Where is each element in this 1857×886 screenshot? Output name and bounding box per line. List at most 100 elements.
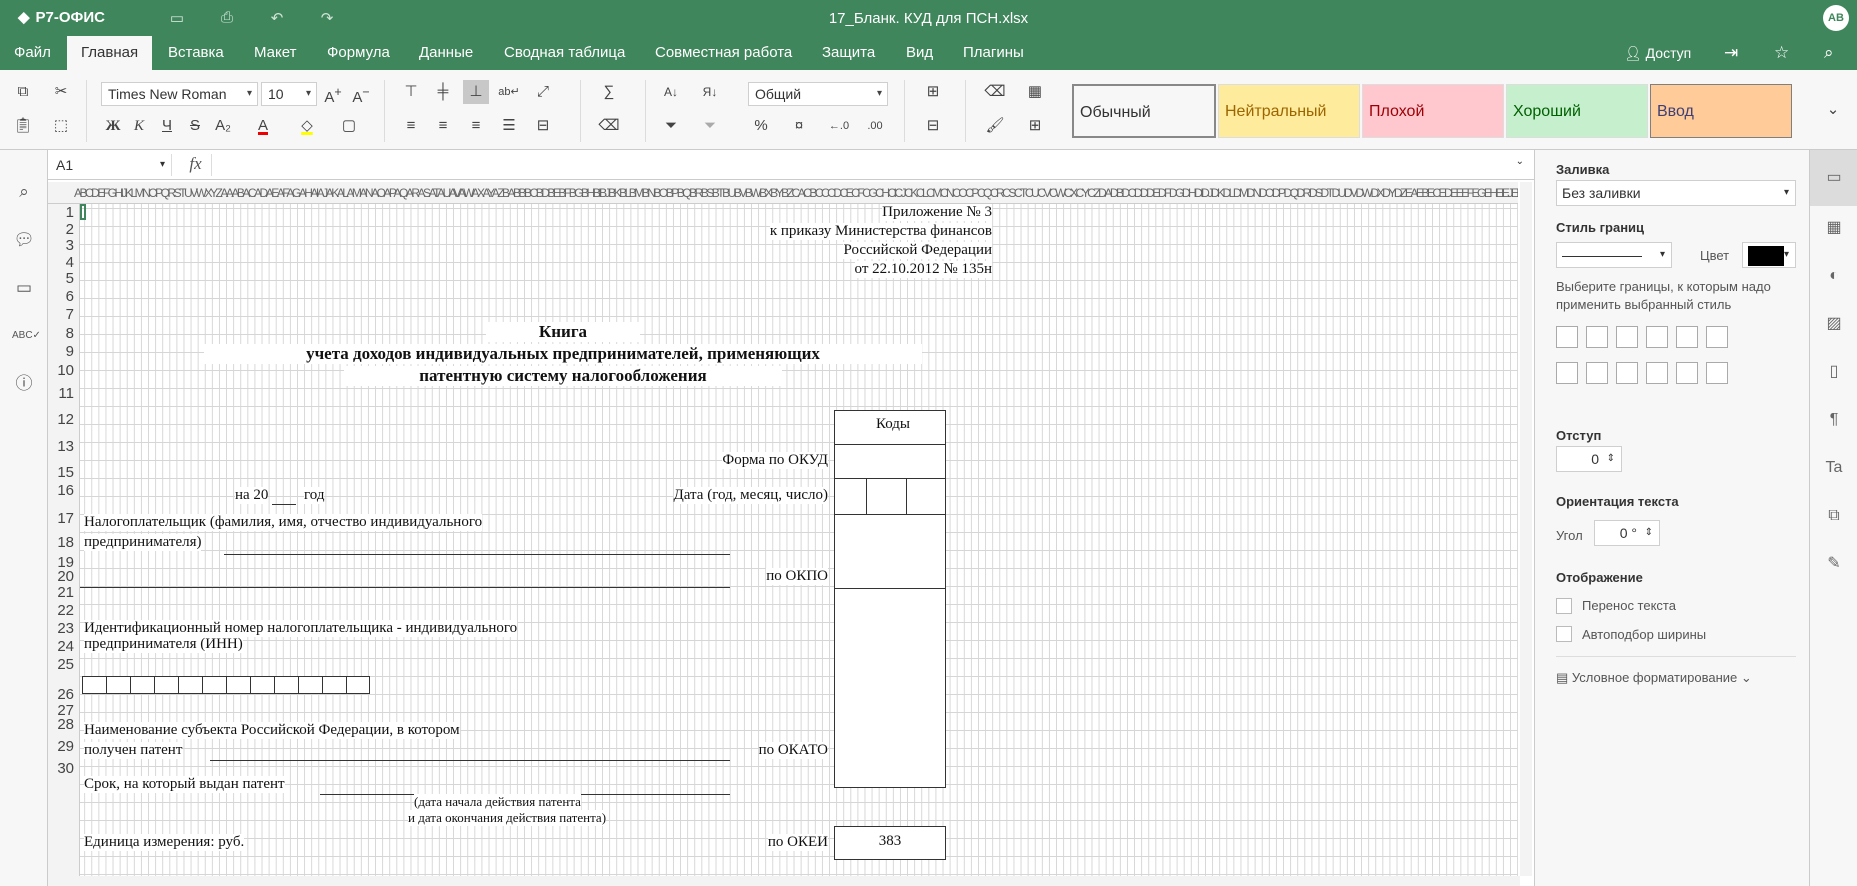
left-border-icon[interactable] (1556, 362, 1578, 384)
row-headers[interactable]: 1 2 3 4 5 6 7 8 9 10 11 12 13 15 16 17 18 19 20 21 22 23 24 25 2… (48, 204, 80, 876)
right-border-icon[interactable] (1616, 362, 1638, 384)
select-all-icon[interactable]: ⬚ (48, 114, 74, 138)
align-right-icon[interactable]: ≡ (463, 114, 489, 138)
align-top-icon[interactable]: ⊤ (398, 80, 424, 104)
row-number[interactable]: 17 (48, 510, 80, 527)
spreadsheet-grid[interactable]: ABCDEFGHIJKLMNOPQRSTUVWXYZAAABACADAEAFAG… (48, 182, 1518, 876)
insert-cells-icon[interactable]: ⊞ (920, 80, 946, 104)
align-middle-icon[interactable]: ╪ (430, 80, 456, 104)
underline-button[interactable]: Ч (154, 114, 180, 138)
expand-formula-icon[interactable]: ⌄ (1516, 156, 1524, 167)
row-number[interactable]: 28 (48, 716, 80, 733)
row-number[interactable]: 3 (48, 237, 80, 254)
format-as-table-icon[interactable]: ⊞ (1022, 114, 1048, 138)
bold-button[interactable]: Ж (100, 114, 126, 138)
align-bottom-icon[interactable]: ⊥ (463, 80, 489, 104)
row-number[interactable]: 22 (48, 602, 80, 619)
clear-icon[interactable]: ⌫ (596, 114, 622, 138)
row-number[interactable]: 2 (48, 221, 80, 238)
wrap-icon[interactable]: ab↵ (496, 80, 522, 104)
style-neutral[interactable]: Нейтральный (1218, 84, 1360, 138)
justify-icon[interactable]: ☰ (496, 114, 522, 138)
inner-borders-icon[interactable] (1586, 326, 1608, 348)
paste-icon[interactable]: 📋︎ (10, 114, 36, 138)
fill-select[interactable]: Без заливки ▾ (1556, 180, 1796, 206)
shape-settings-icon[interactable]: ◐ (1822, 264, 1846, 288)
row-number[interactable]: 21 (48, 584, 80, 601)
tab-home[interactable]: Главная (67, 36, 153, 70)
style-bad[interactable]: Плохой (1362, 84, 1504, 138)
align-left-icon[interactable]: ≡ (398, 114, 424, 138)
text-art-icon[interactable]: Ta (1822, 456, 1846, 480)
row-number[interactable]: 30 (48, 760, 80, 777)
info-icon[interactable]: ⓘ (12, 372, 36, 396)
row-number[interactable]: 4 (48, 254, 80, 271)
increase-font-icon[interactable]: A+ (320, 80, 346, 106)
name-box[interactable]: A1 ▾ (51, 154, 172, 176)
eraser-icon[interactable]: ⌫ (982, 80, 1008, 104)
open-location-icon[interactable]: ⇥ (1724, 36, 1738, 70)
chart-settings-icon[interactable]: ▯ (1822, 360, 1846, 384)
tab-layout[interactable]: Макет (240, 36, 310, 70)
sort-desc-icon[interactable]: Я↓ (697, 80, 723, 104)
align-center-icon[interactable]: ≡ (430, 114, 456, 138)
diagonal-down-icon[interactable] (1706, 326, 1728, 348)
tab-pivot[interactable]: Сводная таблица (490, 36, 639, 70)
styles-expand-icon[interactable]: ⌄ (1820, 98, 1846, 122)
autofit-checkbox[interactable] (1556, 626, 1572, 642)
row-number[interactable]: 12 (48, 411, 80, 428)
inner-cross-icon[interactable] (1616, 326, 1638, 348)
tab-protection[interactable]: Защита (808, 36, 889, 70)
font-name-select[interactable]: Times New Roman ▾ (101, 82, 258, 106)
tab-data[interactable]: Данные (405, 36, 487, 70)
tab-file[interactable]: Файл (0, 36, 65, 70)
inn-boxes[interactable] (82, 676, 370, 694)
fill-color-icon[interactable]: ◇ (294, 114, 320, 138)
border-style-select[interactable]: ▾ (1556, 242, 1672, 268)
inner-horizontal-icon[interactable] (1676, 362, 1698, 384)
row-number[interactable]: 18 (48, 534, 80, 551)
formula-input[interactable] (218, 154, 1518, 176)
signature-icon[interactable]: ✎ (1822, 552, 1846, 576)
table-settings-icon[interactable]: ▦ (1822, 216, 1846, 240)
tab-collaboration[interactable]: Совместная работа (641, 36, 806, 70)
row-number[interactable]: 16 (48, 482, 80, 499)
outer-border-icon[interactable] (1646, 326, 1668, 348)
tab-view[interactable]: Вид (892, 36, 947, 70)
border-color-picker[interactable]: ▾ (1742, 242, 1796, 268)
increase-decimal-icon[interactable]: .00 (862, 114, 888, 138)
sort-asc-icon[interactable]: A↓ (658, 80, 684, 104)
merge-icon[interactable]: ⊟ (530, 114, 556, 138)
font-size-select[interactable]: 10 ▾ (261, 82, 317, 106)
style-normal[interactable]: Обычный (1072, 84, 1216, 138)
row-number[interactable]: 23 (48, 620, 80, 637)
column-headers[interactable]: ABCDEFGHIJKLMNOPQRSTUVWXYZAAABACADAEAFAG… (48, 182, 1518, 204)
row-number[interactable]: 9 (48, 343, 80, 360)
row-number[interactable]: 25 (48, 656, 80, 673)
row-number[interactable]: 20 (48, 568, 80, 585)
spinner-icon[interactable]: ⇕ (1607, 447, 1615, 471)
spinner-icon[interactable]: ⇕ (1645, 521, 1653, 545)
italic-button[interactable]: К (126, 114, 152, 138)
indent-input[interactable]: 0 ⇕ (1556, 446, 1622, 472)
decrease-decimal-icon[interactable]: ←.0 (826, 114, 852, 138)
access-button[interactable]: 👤︎ Доступ (1624, 36, 1691, 70)
conditional-format-button[interactable]: ▤ Условное форматирование ⌄ (1556, 670, 1752, 686)
inner-vertical-icon[interactable] (1586, 362, 1608, 384)
function-icon[interactable]: fx (180, 154, 212, 176)
style-good[interactable]: Хороший (1506, 84, 1648, 138)
search-icon[interactable]: ⌕ (12, 180, 36, 204)
row-number[interactable]: 24 (48, 638, 80, 655)
conditional-format-icon[interactable]: ▦ (1022, 80, 1048, 104)
cell-settings-icon[interactable]: ▭ (1810, 150, 1857, 206)
percent-icon[interactable]: % (748, 114, 774, 138)
row-number[interactable]: 5 (48, 270, 80, 287)
all-borders-icon[interactable] (1556, 326, 1578, 348)
row-number[interactable]: 10 (48, 362, 80, 379)
text-orientation-icon[interactable]: ⤢ (530, 80, 556, 104)
spellcheck-icon[interactable]: ABC✓ (12, 324, 41, 348)
row-number[interactable]: 6 (48, 288, 80, 305)
copy-icon[interactable]: ⧉ (10, 80, 36, 104)
decrease-font-icon[interactable]: A− (348, 80, 374, 106)
tab-formula[interactable]: Формула (313, 36, 404, 70)
